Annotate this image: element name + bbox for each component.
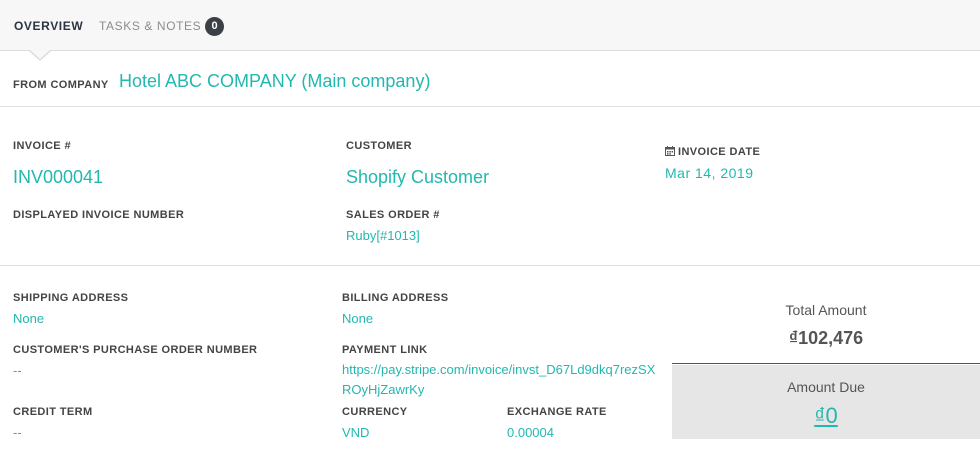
billing-address-label: BILLING ADDRESS: [342, 292, 449, 304]
amount-due-panel: Amount Due ₫0: [672, 365, 980, 439]
invoice-date-label: INVOICE DATE: [665, 146, 760, 158]
calendar-icon: [665, 146, 675, 156]
payment-link-label: PAYMENT LINK: [342, 344, 428, 356]
divider: [0, 106, 980, 107]
sales-order-label: SALES ORDER #: [346, 209, 440, 221]
invoice-number-value[interactable]: INV000041: [13, 167, 103, 188]
purchase-order-label: CUSTOMER'S PURCHASE ORDER NUMBER: [13, 344, 258, 356]
tasks-count-badge: 0: [205, 17, 224, 36]
from-company-link[interactable]: Hotel ABC COMPANY (Main company): [119, 71, 430, 92]
exchange-rate-value[interactable]: 0.00004: [507, 425, 554, 440]
tab-tasks-notes[interactable]: TASKS & NOTES: [99, 19, 201, 33]
invoice-number-label: INVOICE #: [13, 140, 72, 152]
shipping-address-label: SHIPPING ADDRESS: [13, 292, 129, 304]
customer-label: CUSTOMER: [346, 140, 412, 152]
invoice-date-value[interactable]: Mar 14, 2019: [665, 165, 754, 181]
credit-term-value[interactable]: --: [13, 425, 22, 440]
sales-order-link[interactable]: Ruby[#1013]: [346, 228, 420, 243]
shipping-address-value[interactable]: None: [13, 311, 44, 326]
amount-due-value[interactable]: ₫0: [672, 403, 980, 429]
total-amount-value: ₫102,476: [788, 328, 864, 348]
total-amount-panel: Total Amount ₫102,476: [672, 288, 980, 364]
currency-label: CURRENCY: [342, 406, 408, 418]
currency-value[interactable]: VND: [342, 425, 369, 440]
from-company-label: FROM COMPANY: [13, 79, 109, 91]
billing-address-value[interactable]: None: [342, 311, 373, 326]
tab-bar: OVERVIEW TASKS & NOTES 0: [0, 0, 980, 51]
invoice-date-label-text: INVOICE DATE: [678, 146, 761, 158]
displayed-invoice-number-label: DISPLAYED INVOICE NUMBER: [13, 209, 185, 221]
amount-due-label: Amount Due: [787, 379, 865, 395]
divider: [0, 265, 980, 266]
purchase-order-value[interactable]: --: [13, 363, 22, 378]
exchange-rate-label: EXCHANGE RATE: [507, 406, 607, 418]
customer-link[interactable]: Shopify Customer: [346, 167, 489, 188]
credit-term-label: CREDIT TERM: [13, 406, 93, 418]
tab-overview[interactable]: OVERVIEW: [14, 19, 83, 33]
payment-link[interactable]: https://pay.stripe.com/invoice/invst_D67…: [342, 360, 662, 400]
total-amount-label: Total Amount: [785, 302, 867, 318]
